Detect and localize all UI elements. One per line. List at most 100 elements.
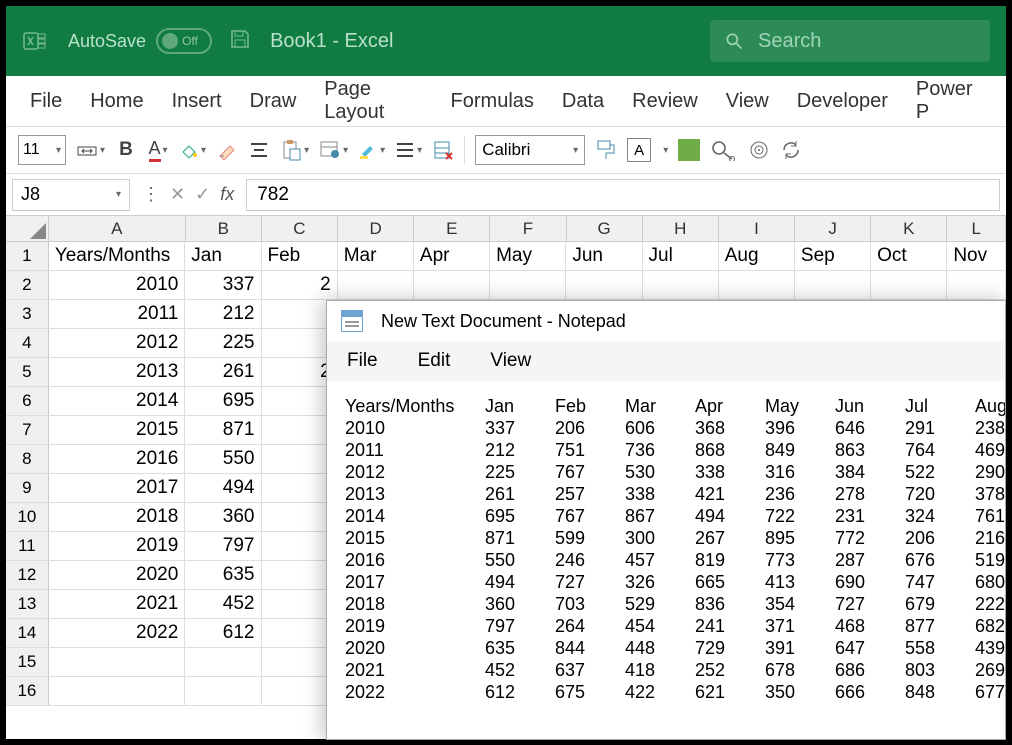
refresh-button[interactable]: [780, 136, 802, 164]
cell[interactable]: 612: [185, 619, 261, 647]
column-header[interactable]: G: [567, 216, 643, 241]
paste-button[interactable]: ▾: [280, 136, 309, 164]
font-size-select[interactable]: 11▾: [18, 135, 66, 165]
cell[interactable]: [871, 271, 947, 299]
cell[interactable]: 2012: [49, 329, 185, 357]
row-header[interactable]: 8: [6, 445, 49, 473]
row-header[interactable]: 5: [6, 358, 49, 386]
row-header[interactable]: 13: [6, 590, 49, 618]
cell[interactable]: [185, 677, 261, 705]
ribbon-tab-power-p[interactable]: Power P: [916, 78, 982, 124]
cell[interactable]: [414, 271, 490, 299]
cell[interactable]: [795, 271, 871, 299]
row-header[interactable]: 15: [6, 648, 49, 676]
cell[interactable]: Aug: [719, 242, 795, 270]
cell[interactable]: 452: [185, 590, 261, 618]
search-box[interactable]: Search: [710, 20, 990, 62]
cell[interactable]: 2014: [49, 387, 185, 415]
cell[interactable]: Sep: [795, 242, 871, 270]
cell[interactable]: [643, 271, 719, 299]
ribbon-tab-view[interactable]: View: [726, 90, 769, 113]
cell[interactable]: 2015: [49, 416, 185, 444]
cell[interactable]: 212: [185, 300, 261, 328]
zoom-button[interactable]: [710, 136, 738, 164]
notepad-menu-view[interactable]: View: [490, 350, 531, 372]
ribbon-tab-data[interactable]: Data: [562, 90, 604, 113]
column-header[interactable]: D: [338, 216, 414, 241]
column-header[interactable]: I: [719, 216, 795, 241]
notepad-body[interactable]: Years/MonthsJanFebMarAprMayJunJulAug2010…: [327, 381, 1005, 717]
notepad-title-bar[interactable]: New Text Document - Notepad: [327, 301, 1005, 341]
cell[interactable]: 2019: [49, 532, 185, 560]
fx-icon[interactable]: fx: [220, 184, 234, 205]
select-all-corner[interactable]: [6, 216, 49, 241]
column-header[interactable]: F: [490, 216, 566, 241]
ribbon-tab-file[interactable]: File: [30, 90, 62, 113]
autosave-toggle[interactable]: Off: [156, 28, 212, 54]
font-color-button[interactable]: A▾: [147, 136, 169, 164]
cell[interactable]: [947, 271, 1006, 299]
color-swatch[interactable]: [678, 139, 700, 161]
column-header[interactable]: L: [947, 216, 1006, 241]
font-name-select[interactable]: Calibri▾: [475, 135, 585, 165]
column-header[interactable]: H: [643, 216, 719, 241]
formula-input[interactable]: 782: [246, 179, 1000, 211]
highlight-button[interactable]: ▾: [358, 136, 385, 164]
cell[interactable]: [49, 648, 185, 676]
save-icon[interactable]: [228, 27, 252, 56]
ribbon-tab-formulas[interactable]: Formulas: [451, 90, 534, 113]
cell[interactable]: 797: [185, 532, 261, 560]
name-box[interactable]: J8 ▾: [12, 179, 130, 211]
cell[interactable]: 2010: [49, 271, 185, 299]
cell[interactable]: [49, 677, 185, 705]
row-header[interactable]: 3: [6, 300, 49, 328]
row-header[interactable]: 14: [6, 619, 49, 647]
row-header[interactable]: 7: [6, 416, 49, 444]
clear-formatting-button[interactable]: [216, 136, 238, 164]
merge-center-button[interactable]: ▾: [76, 136, 105, 164]
cell[interactable]: 695: [185, 387, 261, 415]
row-header[interactable]: 9: [6, 474, 49, 502]
cell[interactable]: Oct: [871, 242, 947, 270]
cell[interactable]: 2022: [49, 619, 185, 647]
fill-color-button[interactable]: ▾: [179, 136, 206, 164]
target-button[interactable]: [748, 136, 770, 164]
cell[interactable]: Feb: [262, 242, 338, 270]
row-header[interactable]: 16: [6, 677, 49, 705]
cell-style-button[interactable]: A: [627, 138, 651, 162]
cell[interactable]: 360: [185, 503, 261, 531]
align-center-button[interactable]: [248, 136, 270, 164]
cell[interactable]: [719, 271, 795, 299]
cell[interactable]: Mar: [338, 242, 414, 270]
filter-button[interactable]: ▾: [319, 136, 348, 164]
cell[interactable]: 2011: [49, 300, 185, 328]
notepad-menu-file[interactable]: File: [347, 350, 378, 372]
cell[interactable]: 2: [262, 271, 338, 299]
cell[interactable]: Jul: [643, 242, 719, 270]
cell[interactable]: 337: [185, 271, 261, 299]
cell[interactable]: 871: [185, 416, 261, 444]
column-header[interactable]: A: [49, 216, 186, 241]
ribbon-tab-page-layout[interactable]: Page Layout: [324, 78, 422, 124]
ribbon-tab-developer[interactable]: Developer: [797, 90, 888, 113]
row-header[interactable]: 12: [6, 561, 49, 589]
row-header[interactable]: 10: [6, 503, 49, 531]
cell[interactable]: Nov: [947, 242, 1006, 270]
cell[interactable]: 494: [185, 474, 261, 502]
row-header[interactable]: 6: [6, 387, 49, 415]
cell[interactable]: 261: [185, 358, 261, 386]
row-header[interactable]: 4: [6, 329, 49, 357]
cell[interactable]: 2020: [49, 561, 185, 589]
cell[interactable]: [185, 648, 261, 676]
bold-button[interactable]: B: [115, 136, 137, 164]
format-painter-button[interactable]: [595, 136, 617, 164]
row-header[interactable]: 2: [6, 271, 49, 299]
cell[interactable]: 2013: [49, 358, 185, 386]
cell[interactable]: Jan: [185, 242, 261, 270]
column-header[interactable]: E: [414, 216, 490, 241]
cell[interactable]: May: [490, 242, 566, 270]
vertical-dots-icon[interactable]: ⋮: [142, 184, 160, 205]
column-header[interactable]: J: [795, 216, 871, 241]
cell[interactable]: [490, 271, 566, 299]
align-menu-button[interactable]: ▾: [395, 136, 422, 164]
